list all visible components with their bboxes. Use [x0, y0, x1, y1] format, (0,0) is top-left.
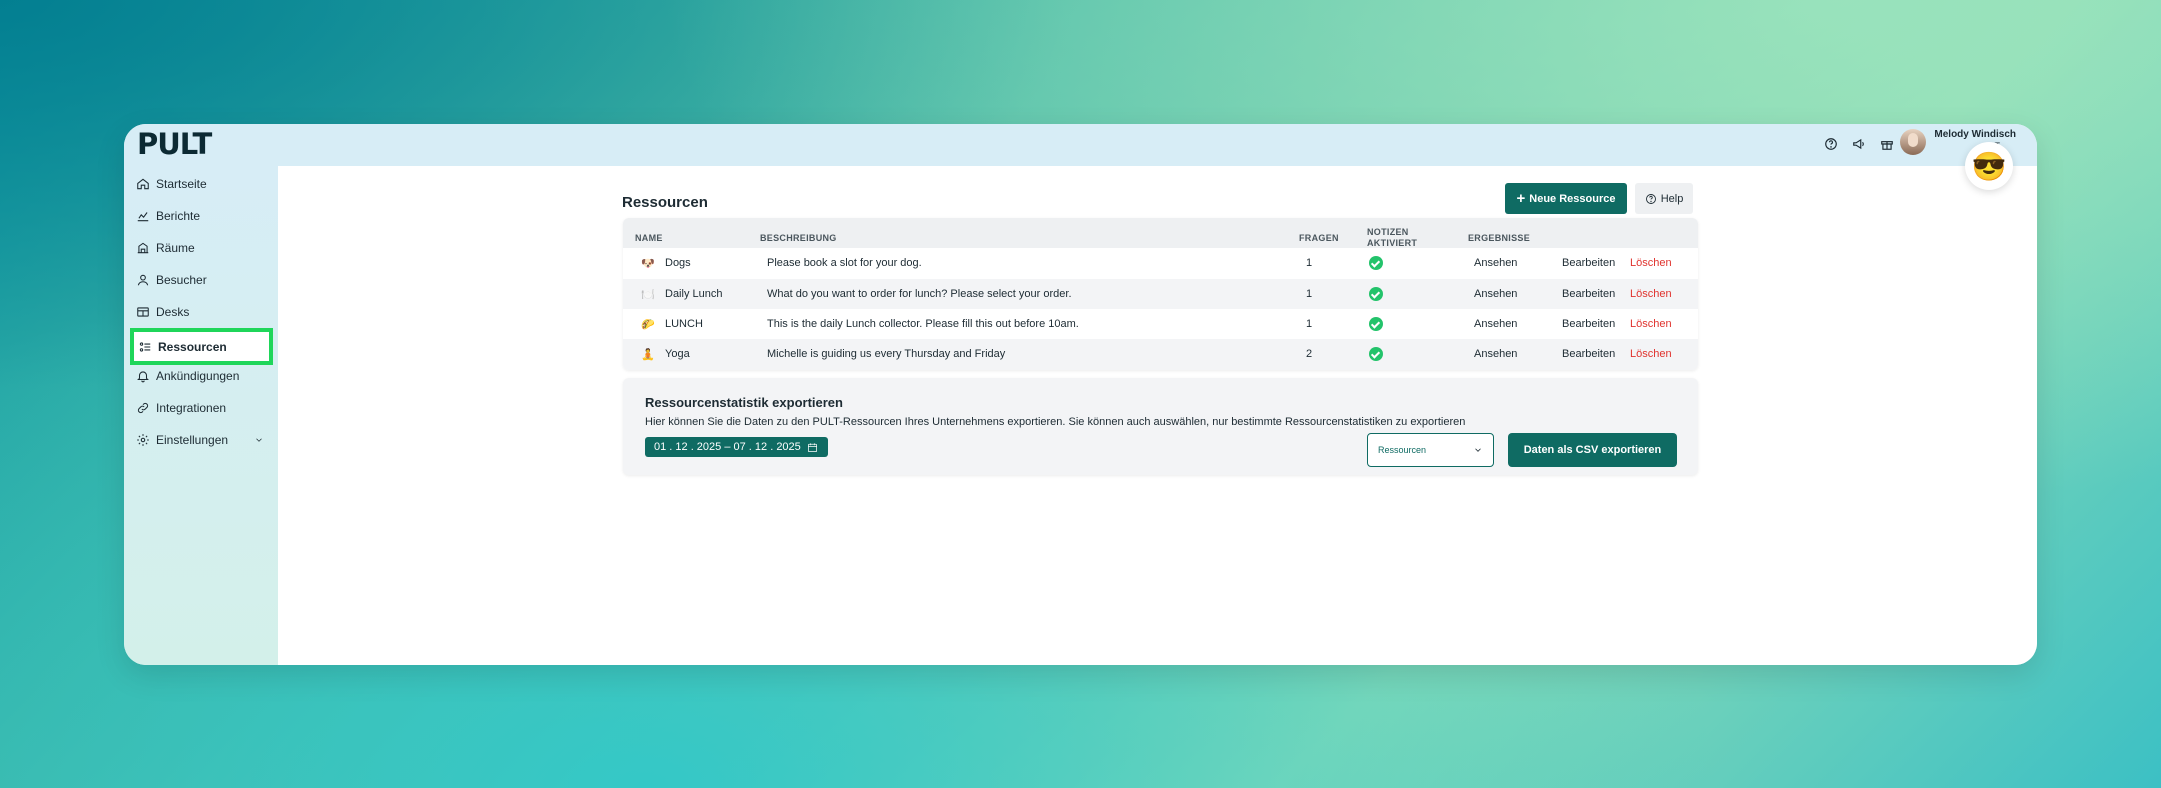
column-header-questions[interactable]: FRAGEN: [1299, 233, 1339, 243]
sidebar: Startseite Berichte Räume Besucher Desks…: [124, 166, 278, 665]
date-range-picker[interactable]: 01 . 12 . 2025 – 07 . 12 . 2025: [645, 437, 828, 457]
main-content: Ressourcen + Neue Ressource Help NAME BE…: [278, 166, 2037, 665]
resource-description: Please book a slot for your dog.: [767, 257, 922, 269]
table-row[interactable]: 🍽️ Daily Lunch What do you want to order…: [623, 279, 1698, 309]
view-link[interactable]: Ansehen: [1474, 257, 1517, 269]
resource-questions: 2: [1306, 348, 1313, 360]
sidebar-item-label: Integrationen: [156, 401, 227, 415]
table-row[interactable]: 🧘 Yoga Michelle is guiding us every Thur…: [623, 339, 1698, 370]
top-bar: PULT Melody Windisch LT: [124, 124, 2037, 166]
view-link[interactable]: Ansehen: [1474, 288, 1517, 300]
sidebar-item-einstellungen[interactable]: Einstellungen: [136, 428, 264, 452]
list-icon: [139, 341, 151, 352]
view-link[interactable]: Ansehen: [1474, 318, 1517, 330]
top-icons: [1821, 134, 1897, 154]
delete-link[interactable]: Löschen: [1630, 257, 1672, 269]
sidebar-item-label: Ankündigungen: [156, 369, 240, 383]
resource-questions: 1: [1306, 318, 1313, 330]
sidebar-item-label: Besucher: [156, 273, 207, 287]
export-panel: Ressourcenstatistik exportieren Hier kön…: [623, 378, 1698, 475]
plus-icon: +: [1516, 190, 1526, 207]
pult-logo[interactable]: PULT: [137, 127, 212, 161]
help-circle-icon: [1645, 193, 1656, 204]
sidebar-item-label: Räume: [156, 241, 195, 255]
resource-emoji: 🌮: [641, 319, 655, 331]
resource-questions: 1: [1306, 288, 1313, 300]
delete-link[interactable]: Löschen: [1630, 318, 1672, 330]
resource-description: What do you want to order for lunch? Ple…: [767, 288, 1072, 300]
resource-questions: 1: [1306, 257, 1313, 269]
resource-select[interactable]: Ressourcen: [1367, 433, 1494, 467]
sidebar-item-label: Startseite: [156, 177, 207, 191]
check-icon: [1369, 256, 1383, 270]
megaphone-icon[interactable]: [1849, 134, 1869, 154]
home-icon: [137, 178, 149, 190]
help-button[interactable]: Help: [1635, 183, 1693, 214]
column-header-name[interactable]: NAME: [635, 233, 663, 243]
table-row[interactable]: 🌮 LUNCH This is the daily Lunch collecto…: [623, 309, 1698, 339]
new-resource-button[interactable]: + Neue Ressource: [1505, 183, 1627, 214]
resources-table: NAME BESCHREIBUNG FRAGEN NOTIZEN AKTIVIE…: [623, 218, 1698, 370]
calendar-icon: [807, 442, 817, 452]
edit-link[interactable]: Bearbeiten: [1562, 318, 1615, 330]
view-link[interactable]: Ansehen: [1474, 348, 1517, 360]
page-title: Ressourcen: [622, 194, 708, 211]
export-title: Ressourcenstatistik exportieren: [645, 395, 843, 410]
delete-link[interactable]: Löschen: [1630, 288, 1672, 300]
sidebar-item-ankuendigungen[interactable]: Ankündigungen: [136, 364, 239, 388]
chevron-down-icon[interactable]: [254, 435, 264, 445]
chart-icon: [137, 212, 149, 222]
status-emoji-badge[interactable]: 😎: [1965, 142, 2013, 190]
help-circle-icon[interactable]: [1821, 134, 1841, 154]
resource-emoji: 🍽️: [641, 289, 655, 301]
gear-icon: [137, 434, 149, 446]
edit-link[interactable]: Bearbeiten: [1562, 348, 1615, 360]
check-icon: [1369, 317, 1383, 331]
check-icon: [1369, 287, 1383, 301]
resource-name: Yoga: [665, 348, 690, 360]
sidebar-item-berichte[interactable]: Berichte: [136, 204, 200, 228]
column-header-results[interactable]: ERGEBNISSE: [1468, 233, 1530, 243]
table-row[interactable]: 🐶 Dogs Please book a slot for your dog. …: [623, 248, 1698, 278]
edit-link[interactable]: Bearbeiten: [1562, 288, 1615, 300]
user-icon: [137, 274, 149, 286]
sidebar-item-label: Einstellungen: [156, 433, 229, 447]
user-name[interactable]: Melody Windisch: [1934, 129, 2016, 140]
check-icon: [1369, 347, 1383, 361]
table-header: NAME BESCHREIBUNG FRAGEN NOTIZEN AKTIVIE…: [623, 218, 1698, 248]
sidebar-item-integrationen[interactable]: Integrationen: [136, 396, 226, 420]
resource-emoji: 🧘: [641, 349, 655, 361]
sidebar-item-ressourcen[interactable]: Ressourcen: [130, 328, 273, 365]
column-header-description[interactable]: BESCHREIBUNG: [760, 233, 837, 243]
resource-description: Michelle is guiding us every Thursday an…: [767, 348, 1006, 360]
sidebar-item-label: Desks: [156, 305, 190, 319]
resource-description: This is the daily Lunch collector. Pleas…: [767, 318, 1079, 330]
resource-name: Daily Lunch: [665, 288, 723, 300]
edit-link[interactable]: Bearbeiten: [1562, 257, 1615, 269]
sidebar-item-besucher[interactable]: Besucher: [136, 268, 207, 292]
sidebar-item-desks[interactable]: Desks: [136, 300, 189, 324]
desk-icon: [137, 307, 149, 317]
column-header-notes[interactable]: NOTIZEN: [1367, 227, 1409, 237]
resource-name: Dogs: [665, 257, 691, 269]
bell-icon: [137, 371, 149, 383]
app-window: PULT Melody Windisch LT Startseite Beric…: [124, 124, 2037, 665]
export-description: Hier können Sie die Daten zu den PULT-Re…: [645, 416, 1466, 428]
sidebar-item-label: Ressourcen: [158, 339, 227, 354]
link-icon: [137, 402, 149, 414]
chevron-down-icon: [1475, 448, 1481, 452]
resource-name: LUNCH: [665, 318, 703, 330]
export-csv-button[interactable]: Daten als CSV exportieren: [1508, 433, 1677, 467]
sidebar-item-raeume[interactable]: Räume: [136, 236, 195, 260]
avatar[interactable]: [1900, 129, 1926, 155]
delete-link[interactable]: Löschen: [1630, 348, 1672, 360]
column-header-activated: AKTIVIERT: [1367, 238, 1418, 248]
sidebar-item-startseite[interactable]: Startseite: [136, 172, 207, 196]
sidebar-item-label: Berichte: [156, 209, 201, 223]
resource-emoji: 🐶: [641, 258, 655, 270]
building-icon: [137, 242, 149, 254]
gift-icon[interactable]: [1877, 134, 1897, 154]
